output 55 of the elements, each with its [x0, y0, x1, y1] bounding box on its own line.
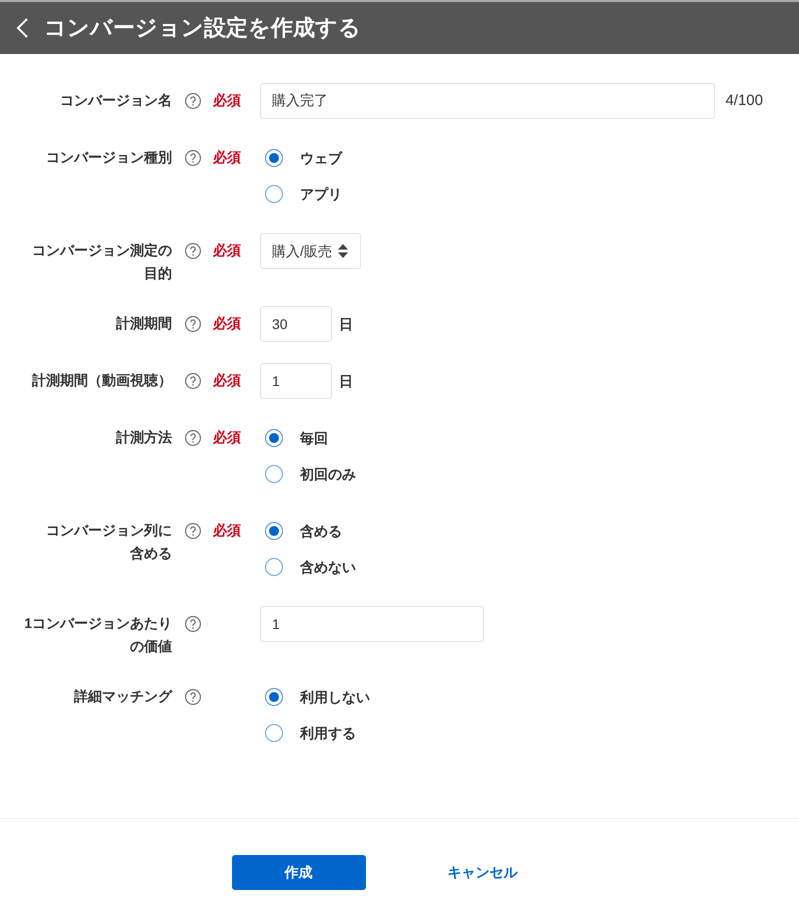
up-down-arrows-icon — [338, 244, 348, 258]
required-label: 必須 — [213, 428, 241, 447]
radio-label: 利用しない — [300, 688, 370, 707]
create-button[interactable]: 作成 — [232, 855, 366, 890]
field-label: 計測期間（動画視聴） — [31, 371, 172, 390]
help-icon[interactable] — [185, 373, 201, 389]
radio-label: 利用する — [300, 724, 356, 743]
required-label: 必須 — [213, 521, 241, 540]
field-label: コンバージョン名 — [59, 91, 172, 110]
help-icon[interactable] — [185, 150, 201, 166]
number-field[interactable]: 30 — [260, 306, 332, 342]
radio-button[interactable] — [265, 149, 283, 167]
radio-button[interactable] — [265, 465, 283, 483]
field-label: 詳細マッチング — [72, 687, 172, 706]
text-field[interactable]: 購入完了 — [260, 83, 716, 119]
required-label: 必須 — [213, 371, 241, 390]
radio-label: アプリ — [300, 184, 342, 204]
cancel-link[interactable]: キャンセル — [448, 862, 518, 883]
page-title: コンバージョン設定を作成する — [44, 14, 361, 42]
select-field[interactable]: 購入/販売 — [260, 233, 361, 269]
required-label: 必須 — [213, 314, 241, 333]
unit-label: 日 — [339, 372, 353, 390]
field-label: コンバージョン測定の目的 — [31, 241, 172, 283]
radio-button[interactable] — [265, 688, 283, 706]
radio-label: 含める — [300, 522, 342, 540]
help-icon[interactable] — [185, 316, 201, 332]
radio-label: ウェブ — [300, 148, 342, 168]
required-label: 必須 — [213, 91, 241, 110]
unit-label: 日 — [339, 314, 353, 334]
help-icon[interactable] — [185, 430, 201, 446]
required-label: 必須 — [213, 241, 241, 260]
required-label: 必須 — [213, 148, 241, 167]
field-label: 計測期間 — [115, 314, 172, 333]
back-button[interactable] — [15, 18, 29, 38]
help-icon[interactable] — [185, 689, 201, 705]
help-icon[interactable] — [185, 243, 201, 259]
help-icon[interactable] — [185, 616, 201, 632]
text-field[interactable]: 1 — [260, 606, 484, 642]
radio-button[interactable] — [265, 558, 283, 576]
help-icon[interactable] — [185, 523, 201, 539]
field-label: 1コンバージョンあたりの価値 — [23, 614, 172, 656]
radio-button[interactable] — [265, 522, 283, 540]
number-field[interactable]: 1 — [260, 363, 332, 399]
radio-button[interactable] — [265, 185, 283, 203]
field-label: 計測方法 — [115, 428, 172, 447]
field-label: コンバージョン列に含める — [45, 521, 172, 563]
field-label: コンバージョン種別 — [45, 148, 172, 167]
radio-button[interactable] — [265, 429, 283, 447]
chevron-left-icon — [15, 18, 29, 38]
radio-button[interactable] — [265, 724, 283, 742]
radio-label: 含めない — [300, 558, 356, 577]
character-count: 4/100 — [725, 90, 763, 111]
radio-label: 毎回 — [300, 428, 328, 448]
radio-label: 初回のみ — [300, 464, 356, 484]
help-icon[interactable] — [185, 93, 201, 109]
